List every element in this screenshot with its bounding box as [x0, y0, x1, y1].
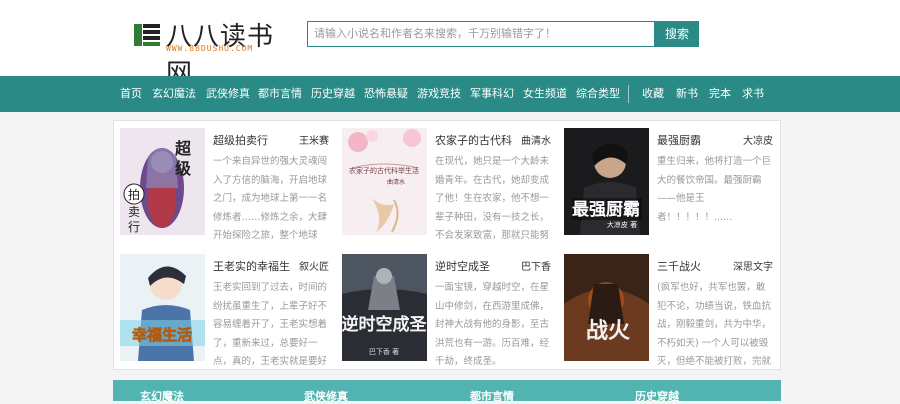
- nav-item-home[interactable]: 首页: [120, 76, 142, 112]
- book-description: 王老实回到了过去，时间的纷扰虽重生了，上辈子好不容易缠着开了，王老实想着了，重新…: [213, 282, 328, 367]
- nav-divider: [628, 85, 629, 103]
- book-card[interactable]: 农家子的古代科举生活 曲清水 农家子的古代科 曲清水 在现代，她只是一个大龄未婚…: [337, 123, 559, 241]
- main-nav: 首页 玄幻魔法 武侠修真 都市言情 历史穿越 恐怖悬疑 游戏竞技 军事科幻 女生…: [0, 76, 900, 112]
- category-urban[interactable]: 都市言情: [470, 388, 514, 404]
- nav-item-horror[interactable]: 恐怖悬疑: [364, 76, 408, 112]
- book-cover[interactable]: 超 级 拍 卖 行: [120, 128, 205, 235]
- category-fantasy[interactable]: 玄幻魔法: [140, 388, 184, 404]
- nav-item-urban[interactable]: 都市言情: [258, 76, 302, 112]
- nav-item-fantasy[interactable]: 玄幻魔法: [152, 76, 196, 112]
- book-grid: 超 级 拍 卖 行 超级拍卖行 王米赛 一个来自异世的强大灵魂闯入了方信的脑海，…: [113, 120, 781, 370]
- category-bar: 玄幻魔法 武侠修真 都市言情 历史穿越: [113, 380, 781, 404]
- book-title[interactable]: 王老实的幸福生: [213, 258, 290, 274]
- cover-art: 幸福生活: [120, 254, 205, 361]
- cover-title-text: 战火: [586, 318, 630, 344]
- book-cover[interactable]: 农家子的古代科举生活 曲清水: [342, 128, 427, 235]
- cover-title-glyph: 行: [128, 220, 140, 234]
- cover-author-text: 大凉皮 著: [607, 220, 637, 229]
- cover-title-text: 农家子的古代科举生活: [349, 166, 419, 175]
- search-input[interactable]: 请输入小说名和作者名来搜索，千万别输错字了！: [307, 21, 655, 47]
- cover-title-glyph: 卖: [128, 205, 140, 219]
- nav-item-general[interactable]: 综合类型: [576, 76, 620, 112]
- book-title[interactable]: 逆时空成圣: [435, 258, 490, 274]
- cover-author-text: 曲清水: [387, 178, 405, 186]
- site-header: 八八读书网 WWW.88DUSHU.COM 请输入小说名和作者名来搜索，千万别输…: [0, 0, 900, 89]
- book-card[interactable]: 幸福生活 王老实的幸福生 叙火匠 王老实回到了过去，时间的纷扰虽重生了，上辈子好…: [115, 249, 337, 367]
- nav-item-history[interactable]: 历史穿越: [311, 76, 355, 112]
- cover-title-text: 幸福生活: [132, 326, 192, 344]
- nav-item-completed[interactable]: 完本: [709, 76, 731, 112]
- book-card[interactable]: 战火 三千战火 深思文字 (疯军也好，共军也罢，敢犯不论，功绩当说，铁血抗战，刚…: [559, 249, 781, 367]
- cover-title-glyph: 超: [174, 139, 192, 158]
- cover-title-text: 最强厨霸: [572, 200, 640, 220]
- nav-item-games[interactable]: 游戏竞技: [417, 76, 461, 112]
- book-author[interactable]: 曲清水: [521, 132, 551, 147]
- logo-url: WWW.88DUSHU.COM: [166, 44, 254, 53]
- category-wuxia[interactable]: 武侠修真: [304, 388, 348, 404]
- book-cover[interactable]: 幸福生活: [120, 254, 205, 361]
- logo-book-icon: [134, 24, 160, 46]
- book-card[interactable]: 最强厨霸 大凉皮 著 最强厨霸 大凉皮 重生归来，他将打造一个巨大的餐饮帝国。最…: [559, 123, 781, 241]
- nav-item-wuxia[interactable]: 武侠修真: [206, 76, 250, 112]
- book-title[interactable]: 超级拍卖行: [213, 132, 268, 148]
- nav-item-new-books[interactable]: 新书: [676, 76, 698, 112]
- cover-title-glyph: 级: [175, 159, 192, 178]
- book-author[interactable]: 深思文字: [733, 258, 773, 273]
- nav-item-scifi[interactable]: 军事科幻: [470, 76, 514, 112]
- book-author[interactable]: 巴下香: [521, 258, 551, 273]
- book-cover[interactable]: 最强厨霸 大凉皮 著: [564, 128, 649, 235]
- book-title[interactable]: 三千战火: [657, 258, 701, 274]
- book-description: 一个来自异世的强大灵魂闯入了方信的脑海，开启地球之门，成为地球上第一一名修炼者……: [213, 156, 328, 241]
- site-logo[interactable]: 八八读书网 WWW.88DUSHU.COM: [132, 18, 292, 89]
- book-description: 一面宝镜，穿越时空，在星山中修剑，在西游里成佛，封神大战有他的身影，至古洪荒也有…: [435, 282, 550, 367]
- book-description: 在现代，她只是一个大龄未婚青年。在古代，她却变成了他！生在农家，他不想一辈子种田…: [435, 156, 550, 241]
- book-title[interactable]: 农家子的古代科: [435, 132, 512, 148]
- book-cover[interactable]: 战火: [564, 254, 649, 361]
- book-cover[interactable]: 逆时空成圣 巴下香 著: [342, 254, 427, 361]
- book-title[interactable]: 最强厨霸: [657, 132, 701, 148]
- cover-art: 最强厨霸 大凉皮 著: [564, 128, 649, 235]
- book-description: 重生归来，他将打造一个巨大的餐饮帝国。最强厨霸——他是王者！！！！！......: [657, 156, 772, 223]
- nav-item-female[interactable]: 女生频道: [523, 76, 567, 112]
- book-card[interactable]: 超 级 拍 卖 行 超级拍卖行 王米赛 一个来自异世的强大灵魂闯入了方信的脑海，…: [115, 123, 337, 241]
- nav-item-favorites[interactable]: 收藏: [642, 76, 664, 112]
- nav-item-request[interactable]: 求书: [742, 76, 764, 112]
- cover-title-text: 逆时空成圣: [342, 314, 427, 335]
- search-button[interactable]: 搜索: [655, 21, 699, 47]
- book-card[interactable]: 逆时空成圣 巴下香 著 逆时空成圣 巴下香 一面宝镜，穿越时空，在星山中修剑，在…: [337, 249, 559, 367]
- cover-title-glyph: 拍: [128, 187, 140, 202]
- book-author[interactable]: 大凉皮: [743, 132, 773, 147]
- cover-art: 战火: [564, 254, 649, 361]
- book-description: (疯军也好，共军也罢，敢犯不论，功绩当说，铁血抗战，刚毅重剑，共为中华，不朽如天…: [657, 282, 772, 367]
- category-history[interactable]: 历史穿越: [635, 388, 679, 404]
- cover-art: 逆时空成圣 巴下香 著: [342, 254, 427, 361]
- cover-art: 超 级 拍 卖 行: [120, 128, 205, 235]
- cover-art: 农家子的古代科举生活 曲清水: [342, 128, 427, 235]
- book-author[interactable]: 叙火匠: [299, 258, 329, 273]
- cover-author-text: 巴下香 著: [369, 347, 399, 356]
- book-author[interactable]: 王米赛: [299, 132, 329, 147]
